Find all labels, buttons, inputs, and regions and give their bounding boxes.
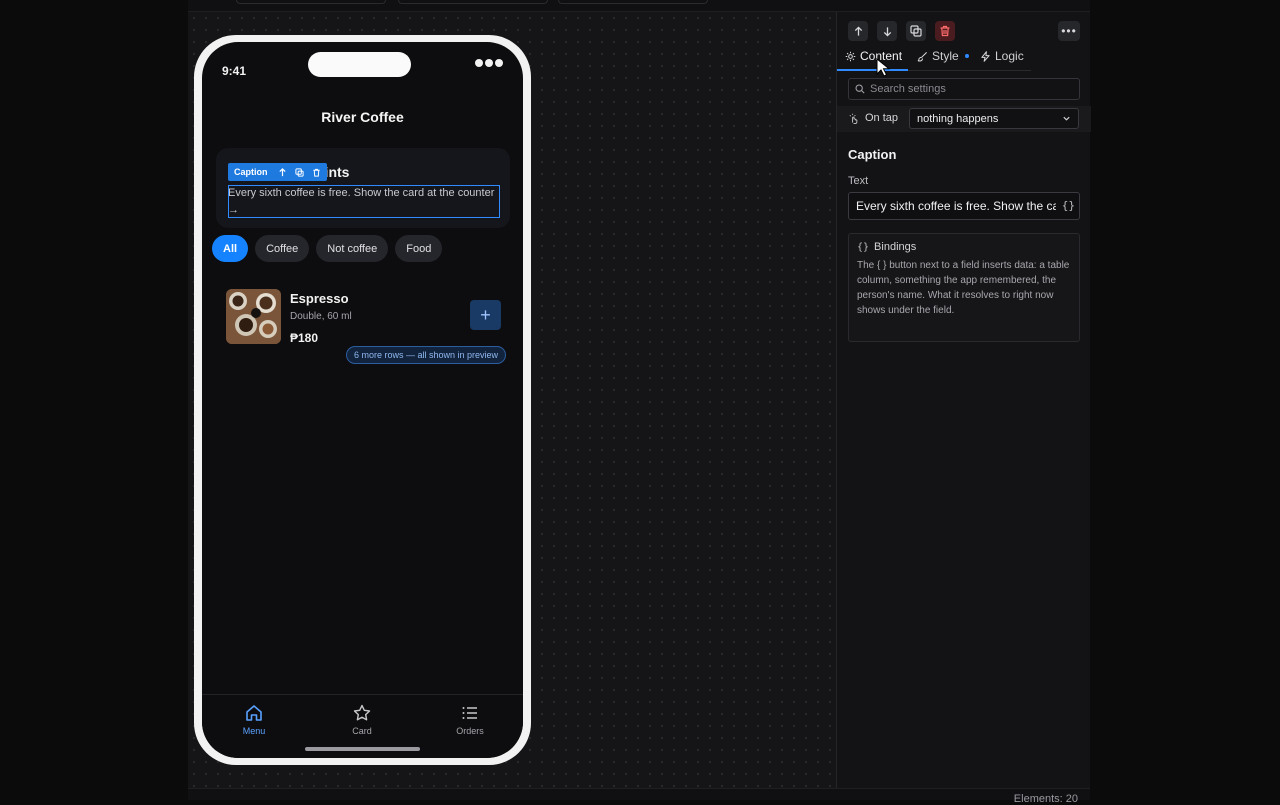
tap-icon xyxy=(849,113,858,124)
tab-label: Card xyxy=(352,726,372,736)
duplicate-icon xyxy=(910,25,922,37)
selection-toolbar[interactable]: Caption xyxy=(228,163,327,181)
on-tap-label: On tap xyxy=(848,112,898,124)
chevron-down-icon xyxy=(1063,116,1070,121)
trash-icon[interactable] xyxy=(312,168,321,177)
tab-menu[interactable]: Menu xyxy=(224,703,284,736)
duplicate-icon[interactable] xyxy=(294,167,304,177)
left-gutter xyxy=(0,0,188,800)
on-tap-select[interactable]: nothing happens xyxy=(909,108,1079,129)
more-rows-badge: 6 more rows — all shown in preview xyxy=(346,346,507,364)
move-down-button[interactable] xyxy=(877,21,897,41)
home-indicator xyxy=(305,747,420,751)
tab-style[interactable]: Style xyxy=(917,49,969,63)
tab-card[interactable]: Card xyxy=(332,703,392,736)
tab-style-label: Style xyxy=(932,49,959,63)
loyalty-card[interactable]: oints Every sixth coffee is free. Show t… xyxy=(216,148,510,228)
search-input[interactable] xyxy=(870,83,1070,95)
arrow-up-icon[interactable] xyxy=(278,167,287,177)
arrow-up-icon xyxy=(854,25,862,36)
product-image xyxy=(226,289,281,344)
chip-not-coffee[interactable]: Not coffee xyxy=(316,235,389,262)
status-time: 9:41 xyxy=(222,64,247,78)
tab-logic[interactable]: Logic xyxy=(980,49,1024,63)
app-title: River Coffee xyxy=(321,109,404,125)
gear-icon xyxy=(845,51,856,61)
top-tab-stub xyxy=(558,0,708,4)
top-tab-stub xyxy=(236,0,386,4)
trash-icon xyxy=(940,25,950,37)
search-icon xyxy=(855,84,865,94)
modified-dot xyxy=(964,54,969,58)
selection-label: Caption xyxy=(234,167,268,177)
delete-button[interactable] xyxy=(935,21,955,41)
brush-icon xyxy=(917,51,927,62)
text-field[interactable]: {} xyxy=(848,192,1080,220)
bindings-body: The { } button next to a field inserts d… xyxy=(857,260,1070,316)
element-actions xyxy=(848,21,955,41)
status-dots-icon xyxy=(475,59,503,67)
product-description: Double, 60 ml xyxy=(290,311,352,322)
insert-binding-button[interactable]: {} xyxy=(1062,199,1075,212)
text-input[interactable] xyxy=(856,199,1056,213)
duplicate-button[interactable] xyxy=(906,21,926,41)
active-tab-underline xyxy=(837,69,908,71)
bottom-status-bar: Elements: 20 xyxy=(188,788,1090,805)
inspector-panel: ••• Content Style Logic On tap nothing h… xyxy=(836,12,1091,788)
chip-all[interactable]: All xyxy=(212,235,249,262)
bindings-header: {} Bindings xyxy=(857,241,1071,253)
section-title: Caption xyxy=(848,147,897,162)
dynamic-island xyxy=(308,52,411,77)
on-tap-text: On tap xyxy=(865,112,899,124)
phone-screen: 9:41 River Coffee oints Every sixth coff… xyxy=(202,42,523,758)
tab-logic-label: Logic xyxy=(995,49,1024,63)
on-tap-value: nothing happens xyxy=(917,112,999,125)
canvas-top-strip xyxy=(188,0,1090,12)
tab-content[interactable]: Content xyxy=(845,49,902,63)
filter-chips: All Coffee Not coffee Food xyxy=(212,235,443,262)
home-icon xyxy=(246,705,262,721)
move-up-button[interactable] xyxy=(848,21,868,41)
tab-label: Orders xyxy=(456,726,484,736)
elements-count: Elements: 20 xyxy=(1013,793,1078,805)
product-name: Espresso xyxy=(290,291,349,306)
arrow-down-icon xyxy=(883,26,891,37)
selection-outline xyxy=(228,185,500,218)
mouse-cursor-icon xyxy=(876,58,890,77)
chip-food[interactable]: Food xyxy=(395,235,443,262)
on-tap-row: On tap nothing happens xyxy=(837,106,1091,132)
braces-icon: {} xyxy=(857,241,870,253)
ellipsis-icon: ••• xyxy=(1061,24,1077,38)
more-options-button[interactable]: ••• xyxy=(1058,21,1080,41)
text-field-label: Text xyxy=(848,175,869,187)
bindings-help: {} Bindings The { } button next to a fie… xyxy=(848,233,1080,342)
inspector-tabs: Content Style Logic xyxy=(837,48,1031,71)
list-item[interactable]: Espresso Double, 60 ml ₱180 + xyxy=(218,282,501,345)
phone-frame: 9:41 River Coffee oints Every sixth coff… xyxy=(194,35,531,765)
right-gutter xyxy=(1090,0,1280,800)
star-icon xyxy=(353,704,371,721)
settings-search[interactable] xyxy=(848,78,1080,100)
bolt-icon xyxy=(981,50,990,62)
tab-label: Menu xyxy=(242,726,266,736)
bindings-title: Bindings xyxy=(874,241,917,253)
add-to-cart-button[interactable]: + xyxy=(470,300,501,330)
product-price: ₱180 xyxy=(290,331,319,345)
chip-coffee[interactable]: Coffee xyxy=(255,235,310,262)
list-icon xyxy=(462,707,477,719)
top-tab-stub xyxy=(398,0,548,4)
tab-orders[interactable]: Orders xyxy=(440,703,500,736)
